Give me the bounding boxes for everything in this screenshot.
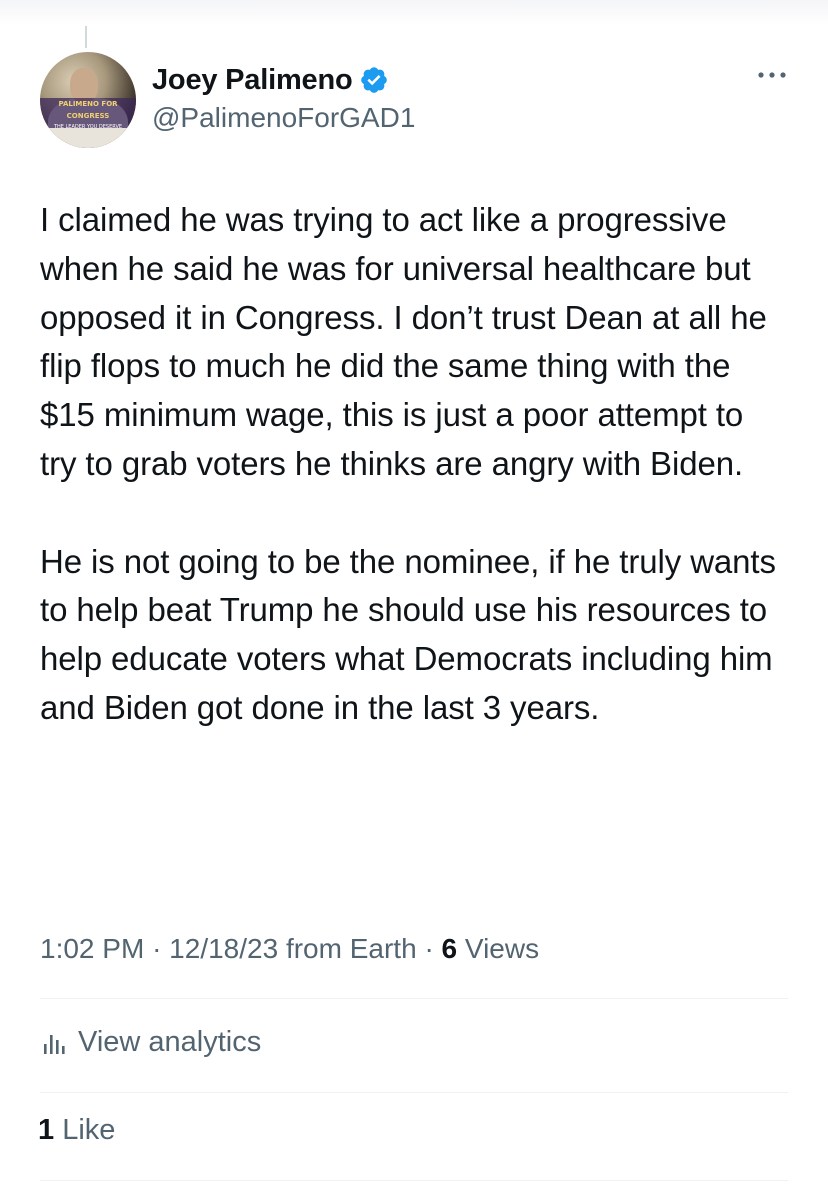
view-analytics-button[interactable]: View analytics [40, 1022, 261, 1062]
tweet-date[interactable]: 12/18/23 [169, 933, 278, 964]
tweet-meta: 1:02 PM · 12/18/23 from Earth · 6 Views [40, 933, 539, 965]
analytics-bars-icon [44, 1035, 65, 1054]
divider [40, 1180, 788, 1181]
tweet-time[interactable]: 1:02 PM [40, 933, 144, 964]
likes-count: 1 [38, 1114, 55, 1146]
name-row: Joey Palimeno [152, 60, 389, 100]
likes-link[interactable]: 1 Like [38, 1114, 115, 1147]
divider [40, 1092, 788, 1093]
likes-label: Like [62, 1114, 116, 1146]
divider [40, 998, 788, 999]
tweet-paragraph: I claimed he was trying to act like a pr… [40, 201, 767, 482]
tweet-header: PALIMENO FOR CONGRESS THE LEADER YOU DES… [40, 52, 790, 148]
views-label: Views [464, 933, 540, 964]
more-options-icon[interactable] [756, 68, 788, 82]
user-handle[interactable]: @PalimenoForGAD1 [152, 102, 415, 134]
meta-separator: · [424, 933, 434, 964]
views-count: 6 [441, 933, 458, 964]
tweet-paragraph: He is not going to be the nominee, if he… [40, 542, 776, 726]
thread-connector-line [85, 26, 87, 48]
avatar[interactable]: PALIMENO FOR CONGRESS THE LEADER YOU DES… [40, 52, 136, 148]
avatar-banner-subtext: THE LEADER YOU DESERVE [53, 124, 123, 130]
avatar-banner-text: PALIMENO FOR CONGRESS [58, 100, 118, 120]
verified-badge-icon[interactable] [359, 65, 389, 95]
avatar-face [70, 68, 98, 102]
avatar-banner: PALIMENO FOR CONGRESS THE LEADER YOU DES… [40, 98, 136, 130]
tweet-text: I claimed he was trying to act like a pr… [40, 196, 785, 733]
view-analytics-label: View analytics [78, 1025, 262, 1058]
display-name[interactable]: Joey Palimeno [152, 64, 353, 97]
tweet-source: from Earth [285, 933, 417, 964]
previous-tweet-edge [0, 0, 828, 26]
meta-separator: · [152, 933, 162, 964]
